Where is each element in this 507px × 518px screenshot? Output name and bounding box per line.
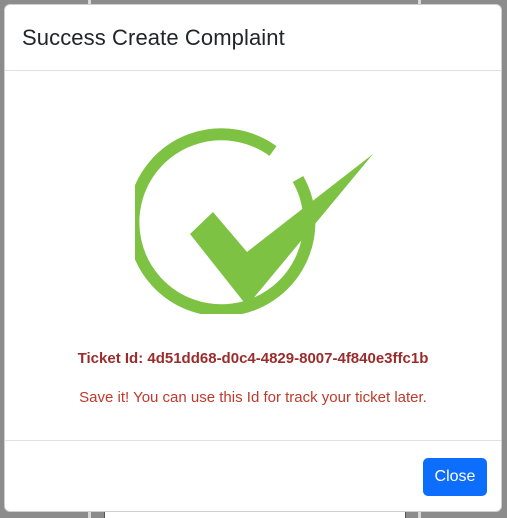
- modal-header: Success Create Complaint: [5, 5, 501, 71]
- ticket-id: Ticket Id: 4d51dd68-d0c4-4829-8007-4f840…: [77, 350, 429, 367]
- modal-title: Success Create Complaint: [22, 24, 285, 50]
- save-message: Save it! You can use this Id for track y…: [79, 389, 427, 406]
- close-button[interactable]: Close: [423, 458, 487, 496]
- check-circle-icon: [127, 114, 375, 317]
- success-modal: Success Create Complaint Ticket Id: 4d51…: [4, 4, 502, 512]
- modal-body: Ticket Id: 4d51dd68-d0c4-4829-8007-4f840…: [5, 71, 501, 441]
- modal-footer: Close: [5, 441, 501, 511]
